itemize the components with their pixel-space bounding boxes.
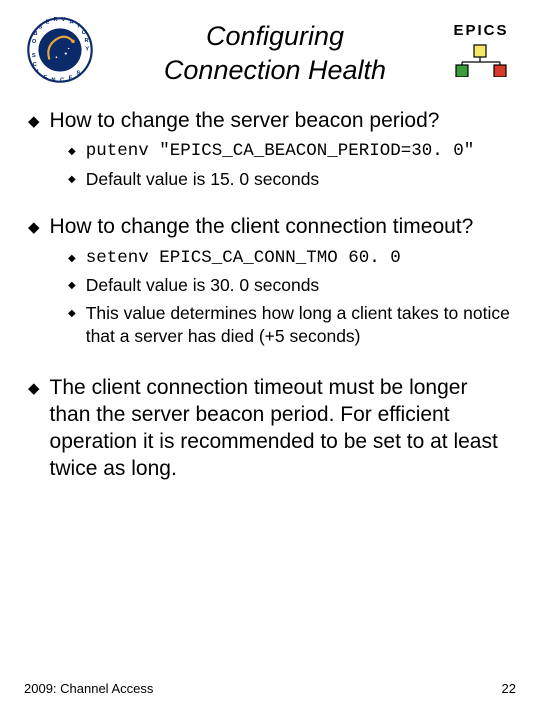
svg-text:S: S bbox=[38, 24, 42, 30]
bullet-1-sublist: ◆ putenv "EPICS_CA_BEACON_PERIOD=30. 0" … bbox=[68, 140, 512, 191]
footer-left: 2009: Channel Access bbox=[24, 681, 153, 696]
bullet-1: ◆ How to change the server beacon period… bbox=[28, 108, 512, 135]
svg-text:C: C bbox=[60, 78, 64, 84]
code-text: setenv EPICS_CA_CONN_TMO 60. 0 bbox=[86, 247, 401, 271]
title-line-2: Connection Health bbox=[104, 54, 446, 88]
list-item: ◆ Default value is 15. 0 seconds bbox=[68, 168, 512, 192]
svg-text:S: S bbox=[77, 70, 81, 76]
bullet-3: ◆ The client connection timeout must be … bbox=[28, 375, 512, 483]
diamond-bullet-icon: ◆ bbox=[28, 218, 40, 241]
diamond-bullet-icon: ◆ bbox=[68, 174, 76, 192]
diamond-bullet-icon: ◆ bbox=[68, 146, 76, 164]
svg-text:A: A bbox=[69, 19, 73, 25]
svg-text:E: E bbox=[69, 76, 73, 82]
page-number: 22 bbox=[502, 681, 516, 696]
svg-text:E: E bbox=[43, 75, 47, 81]
title-line-1: Configuring bbox=[104, 20, 446, 54]
list-item: ◆ This value determines how long a clien… bbox=[68, 302, 512, 349]
slide-content: ◆ How to change the server beacon period… bbox=[24, 108, 516, 483]
svg-text:S: S bbox=[32, 53, 36, 59]
epics-label: EPICS bbox=[446, 22, 516, 39]
list-item: ◆ putenv "EPICS_CA_BEACON_PERIOD=30. 0" bbox=[68, 140, 512, 164]
svg-text:O: O bbox=[82, 30, 87, 36]
bullet-1-text: How to change the server beacon period? bbox=[50, 108, 440, 135]
diamond-bullet-icon: ◆ bbox=[68, 308, 76, 349]
sub-text: Default value is 15. 0 seconds bbox=[86, 168, 319, 192]
epics-icon bbox=[454, 43, 508, 77]
svg-text:C: C bbox=[33, 62, 37, 68]
svg-text:Y: Y bbox=[85, 47, 89, 53]
bullet-2-text: How to change the client connection time… bbox=[50, 214, 474, 241]
diamond-bullet-icon: ◆ bbox=[68, 280, 76, 298]
slide-title: Configuring Connection Health bbox=[104, 18, 446, 88]
sub-text: This value determines how long a client … bbox=[86, 302, 512, 349]
slide-footer: 2009: Channel Access 22 bbox=[24, 681, 516, 696]
list-item: ◆ Default value is 30. 0 seconds bbox=[68, 274, 512, 298]
svg-text:T: T bbox=[77, 24, 81, 30]
diamond-bullet-icon: ◆ bbox=[28, 379, 40, 483]
epics-brand: EPICS bbox=[446, 22, 516, 77]
observatory-sciences-logo: OBS ERV ATO RY SCI ENC ES bbox=[24, 14, 96, 86]
list-item: ◆ setenv EPICS_CA_CONN_TMO 60. 0 bbox=[68, 247, 512, 271]
bullet-3-text: The client connection timeout must be lo… bbox=[50, 375, 512, 483]
svg-text:E: E bbox=[46, 19, 50, 25]
bullet-2: ◆ How to change the client connection ti… bbox=[28, 214, 512, 241]
diamond-bullet-icon: ◆ bbox=[28, 112, 40, 135]
svg-text:V: V bbox=[61, 17, 65, 23]
bullet-2-sublist: ◆ setenv EPICS_CA_CONN_TMO 60. 0 ◆ Defau… bbox=[68, 247, 512, 350]
svg-text:B: B bbox=[33, 31, 37, 37]
svg-text:O: O bbox=[32, 39, 37, 45]
code-text: putenv "EPICS_CA_BEACON_PERIOD=30. 0" bbox=[86, 140, 475, 164]
sub-text: Default value is 30. 0 seconds bbox=[86, 274, 319, 298]
diamond-bullet-icon: ◆ bbox=[68, 253, 76, 271]
svg-text:N: N bbox=[51, 78, 55, 84]
slide-header: OBS ERV ATO RY SCI ENC ES Configuring Co… bbox=[24, 18, 516, 88]
